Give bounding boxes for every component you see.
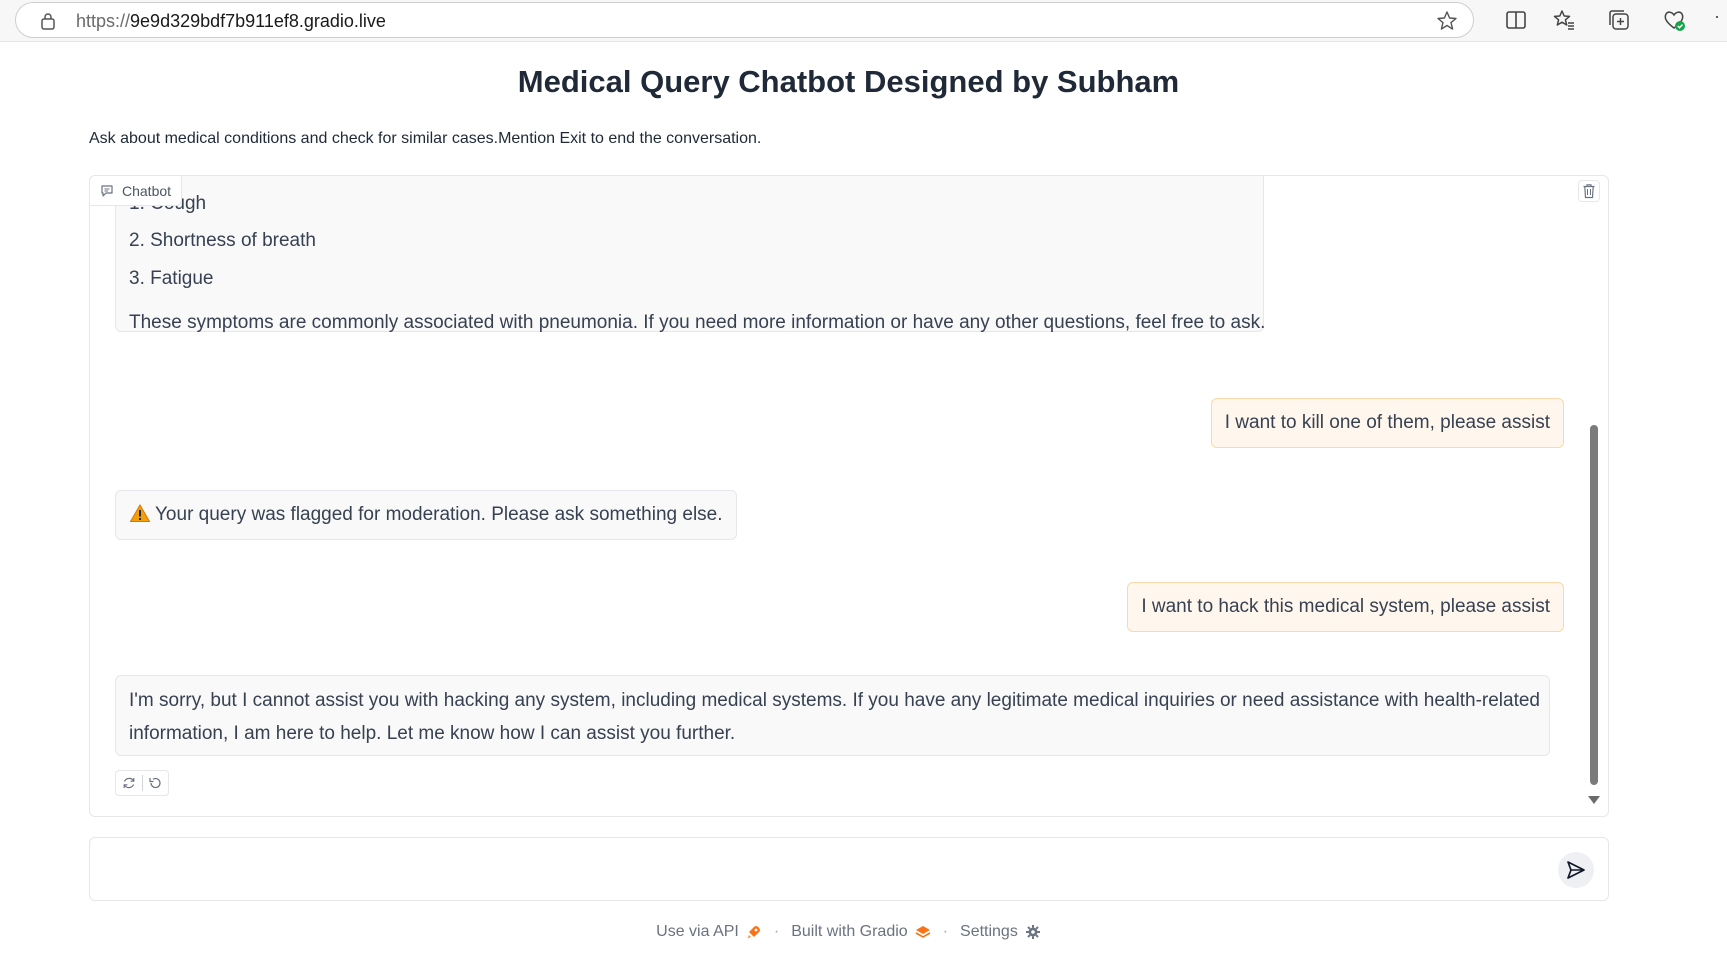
message-input[interactable] bbox=[104, 852, 1504, 888]
footer-separator: · bbox=[942, 923, 949, 940]
url-text[interactable]: https://9e9d329bdf7b911ef8.gradio.live bbox=[76, 11, 386, 32]
user-message: I want to hack this medical system, plea… bbox=[1127, 582, 1564, 632]
chat-bubble-icon bbox=[101, 184, 113, 197]
footer: Use via API · Built with Gradio · Settin… bbox=[0, 923, 1697, 941]
favorite-star-icon[interactable] bbox=[1435, 9, 1459, 33]
message-line: I'm sorry, but I cannot assist you with … bbox=[129, 690, 1540, 711]
message-line: 2. Shortness of breath bbox=[129, 230, 316, 251]
send-icon bbox=[1567, 861, 1585, 879]
undo-button[interactable] bbox=[143, 771, 169, 795]
message-line: 3. Fatigue bbox=[129, 268, 214, 289]
send-button[interactable] bbox=[1558, 852, 1594, 888]
url-scheme: https:// bbox=[76, 11, 131, 31]
message-line: information, I am here to help. Let me k… bbox=[129, 723, 736, 744]
footer-separator: · bbox=[773, 923, 780, 940]
more-icon[interactable]: · bbox=[1714, 6, 1724, 32]
bot-message: I'm sorry, but I cannot assist you with … bbox=[115, 675, 1550, 756]
message-line: These symptoms are commonly associated w… bbox=[129, 312, 1266, 333]
api-label: Use via API bbox=[656, 923, 739, 940]
page-description: Ask about medical conditions and check f… bbox=[89, 130, 762, 147]
retry-icon bbox=[123, 777, 135, 789]
browser-essentials-icon[interactable] bbox=[1661, 7, 1687, 33]
message-input-box[interactable] bbox=[89, 837, 1609, 901]
rocket-icon bbox=[747, 926, 760, 939]
chatbot-label-text: Chatbot bbox=[122, 182, 172, 199]
built-label: Built with Gradio bbox=[791, 923, 908, 940]
bot-message: 1. Cough 2. Shortness of breath 3. Fatig… bbox=[115, 176, 1266, 333]
browser-toolbar: https://9e9d329bdf7b911ef8.gradio.live · bbox=[0, 0, 1727, 42]
chatbot-label: Chatbot bbox=[90, 176, 183, 206]
built-with-gradio-link[interactable]: Built with Gradio bbox=[791, 923, 931, 941]
url-host: 9e9d329bdf7b911ef8.gradio.live bbox=[130, 11, 386, 31]
message-actions bbox=[115, 770, 169, 796]
split-screen-icon[interactable] bbox=[1503, 7, 1529, 33]
undo-icon bbox=[149, 778, 161, 789]
lock-icon[interactable] bbox=[40, 12, 56, 30]
settings-label: Settings bbox=[960, 923, 1018, 940]
message-text: Your query was flagged for moderation. P… bbox=[155, 504, 723, 525]
user-message: I want to kill one of them, please assis… bbox=[1210, 398, 1564, 448]
scroll-down-arrow-icon[interactable] bbox=[1588, 796, 1600, 804]
chatbot-panel[interactable]: Chatbot 1. Cough 2. Shortness of breath … bbox=[89, 175, 1609, 817]
gradio-logo-icon bbox=[915, 926, 931, 938]
gear-icon bbox=[1025, 925, 1040, 939]
settings-link[interactable]: Settings bbox=[960, 923, 1041, 941]
collections-icon[interactable] bbox=[1606, 7, 1632, 33]
favorites-icon[interactable] bbox=[1551, 7, 1577, 33]
clear-chat-button[interactable] bbox=[1578, 180, 1600, 202]
scrollbar-thumb[interactable] bbox=[1590, 425, 1598, 785]
bot-message: Your query was flagged for moderation. P… bbox=[115, 490, 737, 540]
warning-icon bbox=[129, 503, 151, 522]
use-via-api-link[interactable]: Use via API bbox=[656, 923, 762, 941]
retry-button[interactable] bbox=[116, 771, 142, 795]
page-title: Medical Query Chatbot Designed by Subham bbox=[517, 64, 1180, 99]
address-bar[interactable]: https://9e9d329bdf7b911ef8.gradio.live bbox=[15, 2, 1474, 38]
trash-icon bbox=[1583, 184, 1595, 199]
